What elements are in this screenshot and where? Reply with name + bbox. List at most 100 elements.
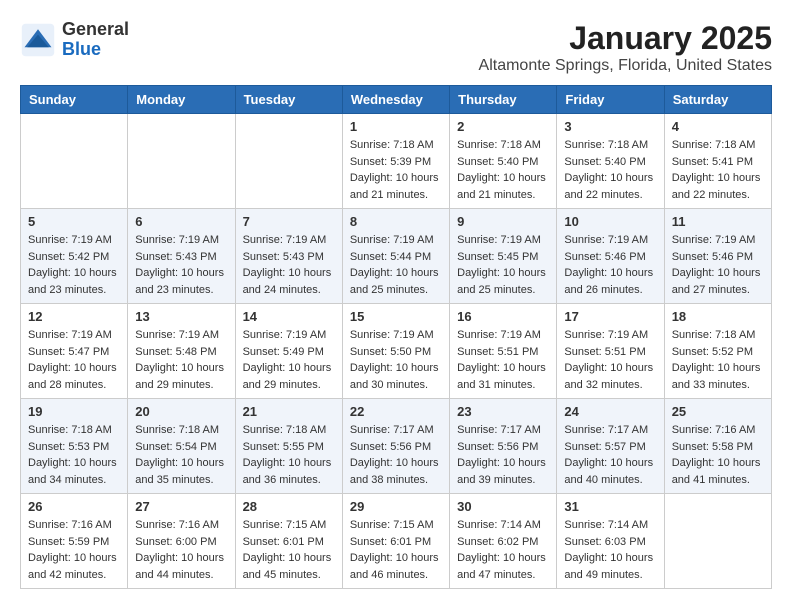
day-number: 16 xyxy=(457,309,549,324)
calendar-cell xyxy=(21,114,128,209)
day-number: 30 xyxy=(457,499,549,514)
sunset-text: Sunset: 5:51 PM xyxy=(457,346,538,358)
weekday-row: SundayMondayTuesdayWednesdayThursdayFrid… xyxy=(21,86,772,114)
calendar-week-row: 26Sunrise: 7:16 AMSunset: 5:59 PMDayligh… xyxy=(21,494,772,589)
day-number: 5 xyxy=(28,214,120,229)
daylight-text: Daylight: 10 hours and 39 minutes. xyxy=(457,457,546,486)
sunrise-text: Sunrise: 7:16 AM xyxy=(672,424,756,436)
daylight-text: Daylight: 10 hours and 22 minutes. xyxy=(672,172,761,201)
day-number: 25 xyxy=(672,404,764,419)
daylight-text: Daylight: 10 hours and 33 minutes. xyxy=(672,362,761,391)
calendar-cell: 30Sunrise: 7:14 AMSunset: 6:02 PMDayligh… xyxy=(450,494,557,589)
calendar-body: 1Sunrise: 7:18 AMSunset: 5:39 PMDaylight… xyxy=(21,114,772,589)
page-title: January 2025 xyxy=(479,20,772,57)
sunrise-text: Sunrise: 7:19 AM xyxy=(457,329,541,341)
calendar-cell: 6 Sunrise: 7:19 AMSunset: 5:43 PMDaylight… xyxy=(128,209,235,304)
day-number: 27 xyxy=(135,499,227,514)
calendar-cell: 28 Sunrise: 7:15 AMSunset: 6:01 PMDayligh… xyxy=(235,494,342,589)
calendar-week-row: 1Sunrise: 7:18 AMSunset: 5:39 PMDaylight… xyxy=(21,114,772,209)
calendar-cell xyxy=(128,114,235,209)
day-info: Sunrise: 7:18 AMSunset: 5:55 PMDaylight:… xyxy=(243,422,335,488)
day-number: 2 xyxy=(457,119,549,134)
day-number: 22 xyxy=(350,404,442,419)
calendar-cell: 4Sunrise: 7:18 AMSunset: 5:41 PMDaylight… xyxy=(664,114,771,209)
sunset-text: Sunset: 5:45 PM xyxy=(457,251,538,263)
calendar-cell: 12Sunrise: 7:19 AMSunset: 5:47 PMDayligh… xyxy=(21,304,128,399)
day-number: 6 xyxy=(135,214,227,229)
sunset-text: Sunset: 5:54 PM xyxy=(135,441,216,453)
sunrise-text: Sunrise: 7:19 AM xyxy=(564,234,648,246)
sunset-text: Sunset: 5:41 PM xyxy=(672,156,753,168)
calendar-cell xyxy=(664,494,771,589)
calendar-cell: 5 Sunrise: 7:19 AMSunset: 5:42 PMDaylight… xyxy=(21,209,128,304)
day-info: Sunrise: 7:19 AMSunset: 5:46 PMDaylight:… xyxy=(564,232,656,298)
calendar-week-row: 5Sunrise: 7:19 AMSunset: 5:42 PMDaylight… xyxy=(21,209,772,304)
day-info: Sunrise: 7:17 AMSunset: 5:56 PMDaylight:… xyxy=(457,422,549,488)
day-info: Sunrise: 7:19 AMSunset: 5:45 PMDaylight:… xyxy=(457,232,549,298)
sunset-text: Sunset: 5:42 PM xyxy=(28,251,109,263)
sunset-text: Sunset: 5:50 PM xyxy=(350,346,431,358)
calendar-cell: 9Sunrise: 7:19 AMSunset: 5:45 PMDaylight… xyxy=(450,209,557,304)
sunrise-text: Sunrise: 7:19 AM xyxy=(243,329,327,341)
logo-general: General xyxy=(62,19,129,39)
calendar-cell: 17Sunrise: 7:19 AMSunset: 5:51 PMDayligh… xyxy=(557,304,664,399)
day-info: Sunrise: 7:17 AMSunset: 5:56 PMDaylight:… xyxy=(350,422,442,488)
calendar-cell: 8Sunrise: 7:19 AMSunset: 5:44 PMDaylight… xyxy=(342,209,449,304)
day-number: 1 xyxy=(350,119,442,134)
daylight-text: Daylight: 10 hours and 40 minutes. xyxy=(564,457,653,486)
calendar-cell: 27Sunrise: 7:16 AMSunset: 6:00 PMDayligh… xyxy=(128,494,235,589)
calendar-cell: 23Sunrise: 7:17 AMSunset: 5:56 PMDayligh… xyxy=(450,399,557,494)
logo: General Blue xyxy=(20,20,129,60)
sunrise-text: Sunrise: 7:19 AM xyxy=(28,329,112,341)
weekday-header: Thursday xyxy=(450,86,557,114)
daylight-text: Daylight: 10 hours and 29 minutes. xyxy=(135,362,224,391)
daylight-text: Daylight: 10 hours and 42 minutes. xyxy=(28,552,117,581)
daylight-text: Daylight: 10 hours and 45 minutes. xyxy=(243,552,332,581)
calendar-cell: 7Sunrise: 7:19 AMSunset: 5:43 PMDaylight… xyxy=(235,209,342,304)
logo-blue: Blue xyxy=(62,39,101,59)
sunrise-text: Sunrise: 7:19 AM xyxy=(564,329,648,341)
daylight-text: Daylight: 10 hours and 47 minutes. xyxy=(457,552,546,581)
calendar-week-row: 19Sunrise: 7:18 AMSunset: 5:53 PMDayligh… xyxy=(21,399,772,494)
daylight-text: Daylight: 10 hours and 25 minutes. xyxy=(350,267,439,296)
day-number: 13 xyxy=(135,309,227,324)
sunrise-text: Sunrise: 7:18 AM xyxy=(457,139,541,151)
day-info: Sunrise: 7:19 AMSunset: 5:48 PMDaylight:… xyxy=(135,327,227,393)
daylight-text: Daylight: 10 hours and 44 minutes. xyxy=(135,552,224,581)
day-info: Sunrise: 7:18 AMSunset: 5:40 PMDaylight:… xyxy=(564,137,656,203)
day-info: Sunrise: 7:14 AMSunset: 6:03 PMDaylight:… xyxy=(564,517,656,583)
daylight-text: Daylight: 10 hours and 27 minutes. xyxy=(672,267,761,296)
day-info: Sunrise: 7:19 AMSunset: 5:51 PMDaylight:… xyxy=(457,327,549,393)
day-info: Sunrise: 7:15 AMSunset: 6:01 PMDaylight:… xyxy=(243,517,335,583)
calendar-cell: 18Sunrise: 7:18 AMSunset: 5:52 PMDayligh… xyxy=(664,304,771,399)
calendar-cell: 19Sunrise: 7:18 AMSunset: 5:53 PMDayligh… xyxy=(21,399,128,494)
sunrise-text: Sunrise: 7:18 AM xyxy=(135,424,219,436)
day-info: Sunrise: 7:18 AMSunset: 5:41 PMDaylight:… xyxy=(672,137,764,203)
sunset-text: Sunset: 5:56 PM xyxy=(457,441,538,453)
sunset-text: Sunset: 5:58 PM xyxy=(672,441,753,453)
calendar-cell: 2Sunrise: 7:18 AMSunset: 5:40 PMDaylight… xyxy=(450,114,557,209)
sunrise-text: Sunrise: 7:15 AM xyxy=(243,519,327,531)
day-info: Sunrise: 7:19 AMSunset: 5:42 PMDaylight:… xyxy=(28,232,120,298)
day-info: Sunrise: 7:19 AMSunset: 5:49 PMDaylight:… xyxy=(243,327,335,393)
day-number: 28 xyxy=(243,499,335,514)
day-info: Sunrise: 7:19 AMSunset: 5:43 PMDaylight:… xyxy=(135,232,227,298)
sunrise-text: Sunrise: 7:18 AM xyxy=(243,424,327,436)
daylight-text: Daylight: 10 hours and 26 minutes. xyxy=(564,267,653,296)
day-number: 15 xyxy=(350,309,442,324)
calendar-cell: 31 Sunrise: 7:14 AMSunset: 6:03 PMDayligh… xyxy=(557,494,664,589)
sunset-text: Sunset: 6:02 PM xyxy=(457,536,538,548)
day-number: 31 xyxy=(564,499,656,514)
day-number: 24 xyxy=(564,404,656,419)
sunrise-text: Sunrise: 7:19 AM xyxy=(350,329,434,341)
day-info: Sunrise: 7:15 AMSunset: 6:01 PMDaylight:… xyxy=(350,517,442,583)
calendar-cell: 26Sunrise: 7:16 AMSunset: 5:59 PMDayligh… xyxy=(21,494,128,589)
day-info: Sunrise: 7:16 AMSunset: 5:58 PMDaylight:… xyxy=(672,422,764,488)
calendar-cell: 11Sunrise: 7:19 AMSunset: 5:46 PMDayligh… xyxy=(664,209,771,304)
day-number: 19 xyxy=(28,404,120,419)
daylight-text: Daylight: 10 hours and 23 minutes. xyxy=(135,267,224,296)
day-number: 8 xyxy=(350,214,442,229)
day-info: Sunrise: 7:18 AMSunset: 5:54 PMDaylight:… xyxy=(135,422,227,488)
weekday-header: Saturday xyxy=(664,86,771,114)
sunrise-text: Sunrise: 7:19 AM xyxy=(457,234,541,246)
